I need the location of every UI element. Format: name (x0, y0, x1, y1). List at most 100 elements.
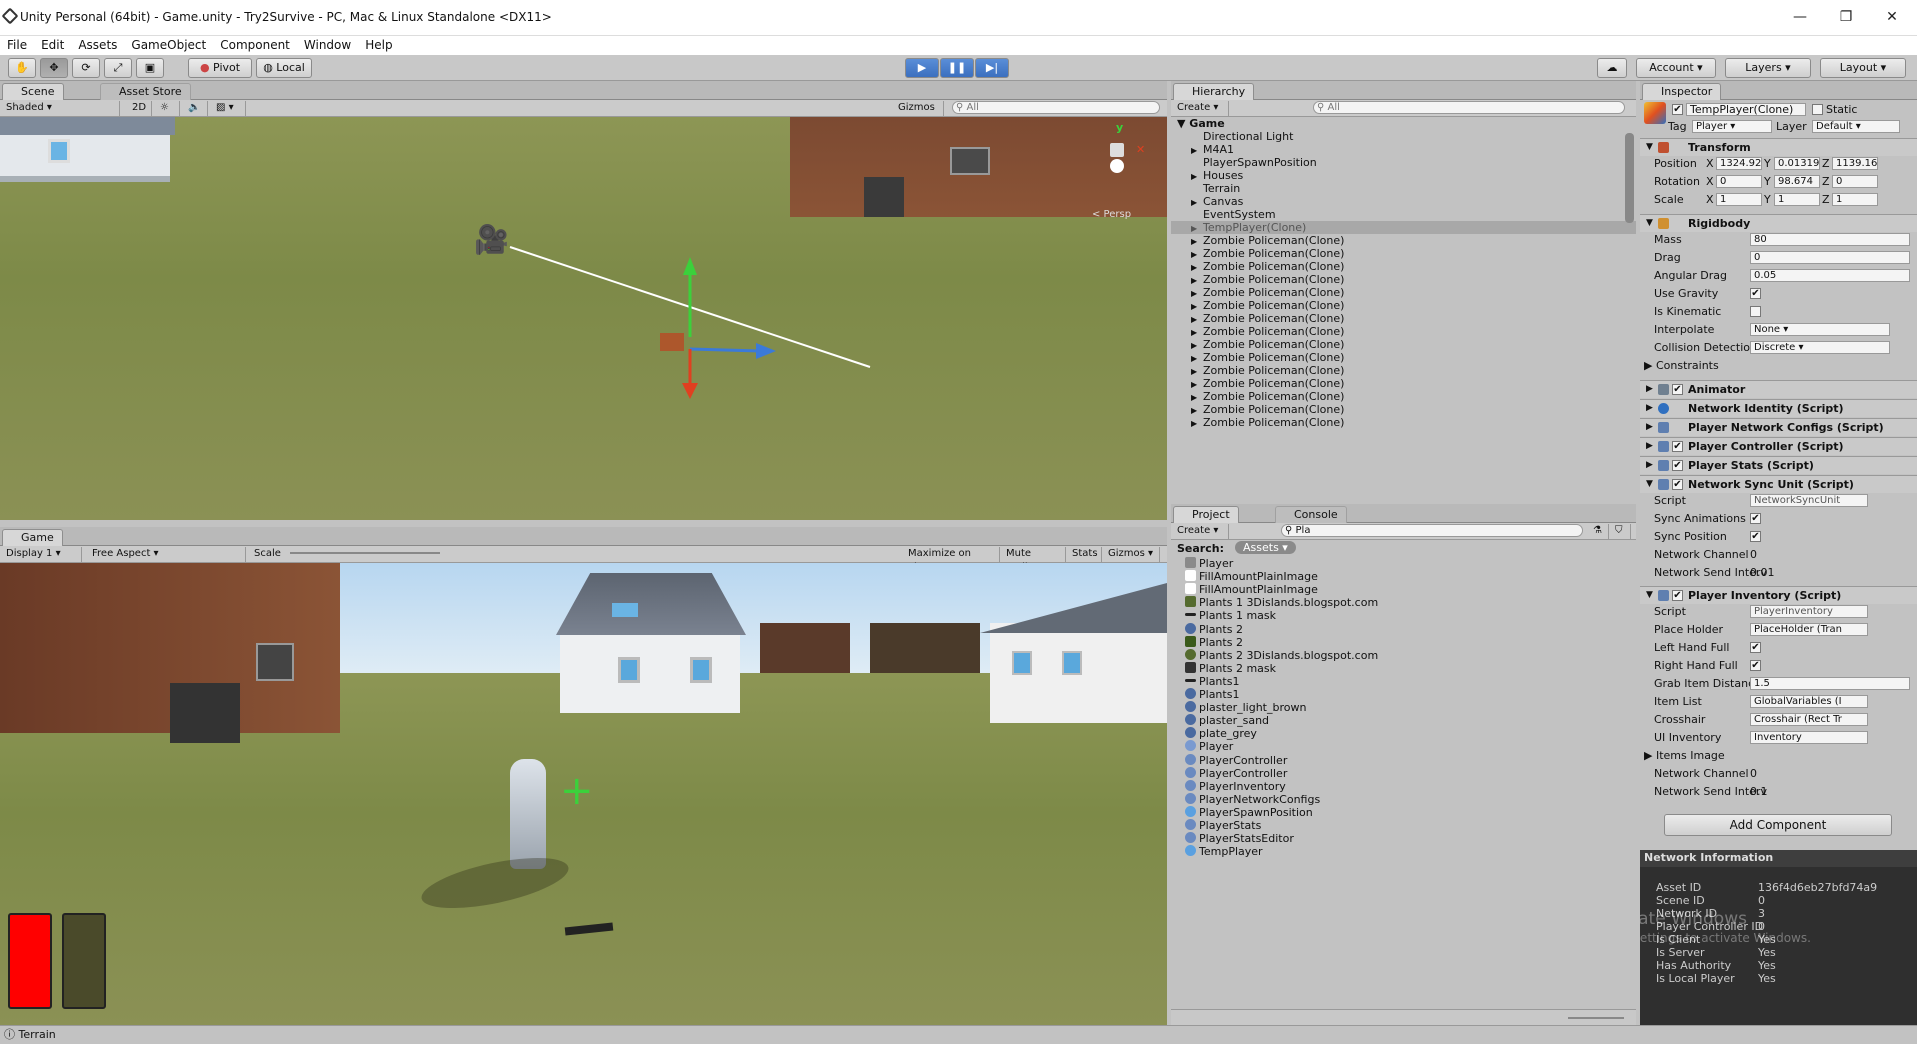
project-asset-item[interactable]: PlayerController (1185, 753, 1287, 767)
animator-enabled-checkbox[interactable]: ✔ (1672, 384, 1683, 395)
position-x-field[interactable]: 1324.92 (1716, 157, 1762, 170)
project-asset-item[interactable]: Player (1185, 740, 1233, 753)
project-asset-item[interactable]: Plants 2 mask (1185, 661, 1276, 675)
rotation-y-field[interactable]: 98.674 (1774, 175, 1820, 188)
filter-label-icon[interactable]: ⛉ (1611, 524, 1631, 539)
player-controller-header[interactable]: ▶ ✔ Player Controller (Script) (1640, 437, 1917, 455)
icon-size-slider[interactable] (1568, 1017, 1624, 1019)
crosshair-field[interactable]: Crosshair (Rect Tr (1750, 713, 1868, 726)
scale-y-field[interactable]: 1 (1774, 193, 1820, 206)
grab-distance-field[interactable]: 1.5 (1750, 677, 1910, 690)
pivot-button[interactable]: ● Pivot (188, 58, 252, 78)
hierarchy-item[interactable]: ▶ Zombie Policeman(Clone) (1171, 260, 1636, 273)
scene-view[interactable]: 🎥 y ✕ < Persp (0, 117, 1167, 520)
local-button[interactable]: ◍ Local (256, 58, 312, 78)
move-z-axis[interactable] (689, 347, 761, 353)
menu-help[interactable]: Help (358, 36, 399, 52)
player-network-configs-header[interactable]: ▶ Player Network Configs (Script) (1640, 418, 1917, 436)
menu-edit[interactable]: Edit (34, 36, 71, 52)
project-asset-item[interactable]: Plants 1 3Dislands.blogspot.com (1185, 596, 1378, 609)
scale-z-field[interactable]: 1 (1832, 193, 1878, 206)
gameobject-active-checkbox[interactable]: ✔ (1672, 104, 1683, 115)
sync-position-checkbox[interactable]: ✔ (1750, 531, 1761, 542)
hierarchy-item[interactable]: ▶ Zombie Policeman(Clone) (1171, 312, 1636, 325)
project-create-dropdown[interactable]: Create ▾ (1173, 524, 1229, 539)
hierarchy-item[interactable]: ▶ Zombie Policeman(Clone) (1171, 338, 1636, 351)
menu-window[interactable]: Window (297, 36, 358, 52)
project-asset-item[interactable]: Plants1 (1185, 675, 1239, 688)
project-search-input[interactable]: ⚲ Pla (1281, 524, 1583, 537)
maximize-on-play-toggle[interactable]: Maximize on Play (904, 547, 1000, 573)
project-asset-item[interactable]: Plants 2 3Dislands.blogspot.com (1185, 648, 1378, 662)
project-asset-item[interactable]: FillAmountPlainImage (1185, 583, 1318, 596)
hierarchy-item[interactable]: ▶ Zombie Policeman(Clone) (1171, 377, 1636, 390)
tab-inspector[interactable]: Inspector (1642, 83, 1722, 100)
gizmo-z-cone[interactable] (1110, 159, 1124, 173)
x-axis-handle[interactable] (682, 383, 698, 399)
ui-inventory-field[interactable]: Inventory (1750, 731, 1868, 744)
mass-field[interactable]: 80 (1750, 233, 1910, 246)
game-gizmos-dropdown[interactable]: Gizmos ▾ (1104, 547, 1160, 562)
is-kinematic-checkbox[interactable] (1750, 306, 1761, 317)
orientation-gizmo[interactable]: y ✕ (1080, 121, 1160, 191)
rect-tool-icon[interactable]: ▣ (136, 58, 164, 78)
hierarchy-item[interactable]: ▶ Zombie Policeman(Clone) (1171, 273, 1636, 286)
step-button[interactable]: ▶| (975, 58, 1009, 78)
position-z-field[interactable]: 1139.16 (1832, 157, 1878, 170)
project-asset-item[interactable]: plaster_sand (1185, 714, 1269, 727)
project-asset-item[interactable]: FillAmountPlainImage (1185, 570, 1318, 583)
animator-header[interactable]: ▶ ✔ Animator (1640, 380, 1917, 398)
project-asset-item[interactable]: plate_grey (1185, 727, 1257, 740)
hierarchy-item[interactable]: Directional Light (1171, 130, 1636, 143)
collision-dropdown[interactable]: Discrete ▾ (1750, 341, 1890, 354)
hierarchy-item[interactable]: Terrain (1171, 182, 1636, 195)
angular-drag-field[interactable]: 0.05 (1750, 269, 1910, 282)
player-inventory-header[interactable]: ▼ ✔ Player Inventory (Script) (1640, 586, 1917, 604)
hierarchy-item[interactable]: ▶ Zombie Policeman(Clone) (1171, 234, 1636, 247)
project-asset-item[interactable]: Plants 2 (1185, 622, 1243, 636)
project-asset-item[interactable]: PlayerSpawnPosition (1185, 805, 1313, 819)
rigidbody-header[interactable]: ▼ Rigidbody (1640, 214, 1917, 232)
constraints-row[interactable]: ▶ Constraints (1644, 359, 1917, 373)
tab-scene[interactable]: Scene (2, 83, 64, 100)
scene-gizmos-dropdown[interactable]: Gizmos ▾ (894, 101, 944, 127)
menu-component[interactable]: Component (213, 36, 297, 52)
play-button[interactable]: ▶ (905, 58, 939, 78)
account-dropdown[interactable]: Account ▾ (1636, 58, 1716, 78)
project-asset-item[interactable]: PlayerController (1185, 766, 1287, 780)
scene-search-input[interactable]: ⚲ All (952, 101, 1160, 114)
effects-icon[interactable]: ▨ ▾ (212, 101, 246, 116)
minimize-button[interactable]: — (1785, 6, 1815, 28)
close-button[interactable]: ✕ (1877, 6, 1907, 28)
assets-chip[interactable]: Assets ▾ (1235, 541, 1296, 554)
hierarchy-item[interactable]: ▶ Canvas (1171, 195, 1636, 208)
gizmo-cube[interactable] (1110, 143, 1124, 157)
position-y-field[interactable]: 0.01319 (1774, 157, 1820, 170)
hierarchy-item[interactable]: PlayerSpawnPosition (1171, 156, 1636, 169)
maximize-button[interactable]: ❐ (1831, 6, 1861, 28)
hierarchy-item[interactable]: ▶ Houses (1171, 169, 1636, 182)
shading-dropdown[interactable]: Shaded ▾ (2, 101, 120, 116)
gameobject-name-field[interactable]: TempPlayer(Clone) (1686, 103, 1806, 116)
layout-dropdown[interactable]: Layout ▾ (1820, 58, 1906, 78)
tab-hierarchy[interactable]: Hierarchy (1173, 83, 1255, 100)
sync-animations-checkbox[interactable]: ✔ (1750, 513, 1761, 524)
hierarchy-item[interactable]: ▶ Zombie Policeman(Clone) (1171, 403, 1636, 416)
menu-file[interactable]: File (0, 36, 34, 52)
menu-assets[interactable]: Assets (71, 36, 124, 52)
right-hand-checkbox[interactable]: ✔ (1750, 660, 1761, 671)
sync-script-field[interactable]: NetworkSyncUnit (1750, 494, 1868, 507)
tag-dropdown[interactable]: Player ▾ (1692, 120, 1772, 133)
project-asset-item[interactable]: Player (1185, 557, 1233, 570)
layer-dropdown[interactable]: Default ▾ (1812, 120, 1900, 133)
player-inventory-enabled-checkbox[interactable]: ✔ (1672, 590, 1683, 601)
scale-x-field[interactable]: 1 (1716, 193, 1762, 206)
left-hand-checkbox[interactable]: ✔ (1750, 642, 1761, 653)
rotation-x-field[interactable]: 0 (1716, 175, 1762, 188)
items-image-row[interactable]: ▶ Items Image (1644, 749, 1917, 763)
hierarchy-item[interactable]: ▶ M4A1 (1171, 143, 1636, 156)
stats-toggle[interactable]: Stats (1068, 547, 1102, 562)
layers-dropdown[interactable]: Layers ▾ (1725, 58, 1811, 78)
drag-field[interactable]: 0 (1750, 251, 1910, 264)
tab-console[interactable]: Console (1275, 506, 1347, 523)
